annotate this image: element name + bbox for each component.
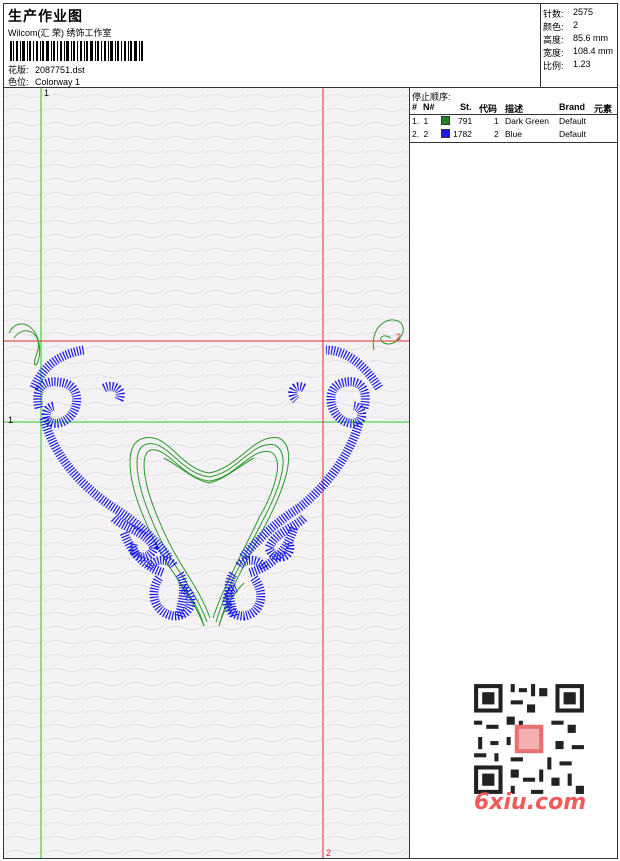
row2-code: 2	[494, 129, 499, 139]
header-panel: 生产作业图 Wilcom(汇 荣) 绣饰工作室 花版: 2087751.dst …	[3, 3, 541, 88]
watermark-logo: 6xiu.com	[474, 790, 587, 815]
qr-code	[470, 680, 588, 798]
guide-label-v2: 2	[326, 848, 332, 858]
table-row[interactable]: 2. 2	[412, 129, 428, 139]
row2-stitches: 1782	[453, 129, 472, 139]
colorway-value: Colorway 1	[35, 77, 81, 87]
col-brand: Brand	[559, 102, 586, 112]
design-file: 2087751.dst	[35, 65, 85, 75]
row2-brand: Default	[559, 129, 586, 139]
color-swatch-green	[441, 116, 450, 125]
design-canvas[interactable]: 1 1 2 2	[3, 87, 410, 859]
stat-colors: 颜色: 2	[543, 20, 579, 32]
col-needle: N#	[423, 102, 435, 112]
embroidery-preview	[4, 88, 409, 858]
row2-description: Blue	[505, 129, 523, 139]
row1-description: Dark Green	[505, 116, 549, 126]
col-number: #	[412, 102, 418, 112]
stats-panel: 针数: 2575 颜色: 2 高度: 85.6 mm 宽度: 108.4 mm 比例: 1…	[540, 3, 618, 88]
company-name: Wilcom(汇 荣) 绣饰工作室	[8, 28, 112, 38]
stat-scale: 比例: 1.23	[543, 59, 591, 71]
guide-label-v1: 1	[44, 88, 50, 98]
stat-width: 宽度: 108.4 mm	[543, 46, 614, 58]
guide-label-h2: 2	[396, 332, 402, 342]
stat-stitches: 针数: 2575	[543, 7, 594, 19]
stat-height: 高度: 85.6 mm	[543, 33, 609, 45]
colorway-label: 色位:	[8, 77, 29, 87]
design-label: 花版:	[8, 65, 29, 75]
table-row[interactable]: 1. 1	[412, 116, 428, 126]
color-swatch-blue	[441, 129, 450, 138]
row1-code: 1	[494, 116, 499, 126]
barcode	[10, 41, 143, 61]
page-title: 生产作业图	[8, 8, 83, 24]
guide-label-h1: 1	[8, 415, 14, 425]
row1-brand: Default	[559, 116, 586, 126]
row1-stitches: 791	[458, 116, 473, 126]
col-stitches: St.	[460, 102, 472, 112]
